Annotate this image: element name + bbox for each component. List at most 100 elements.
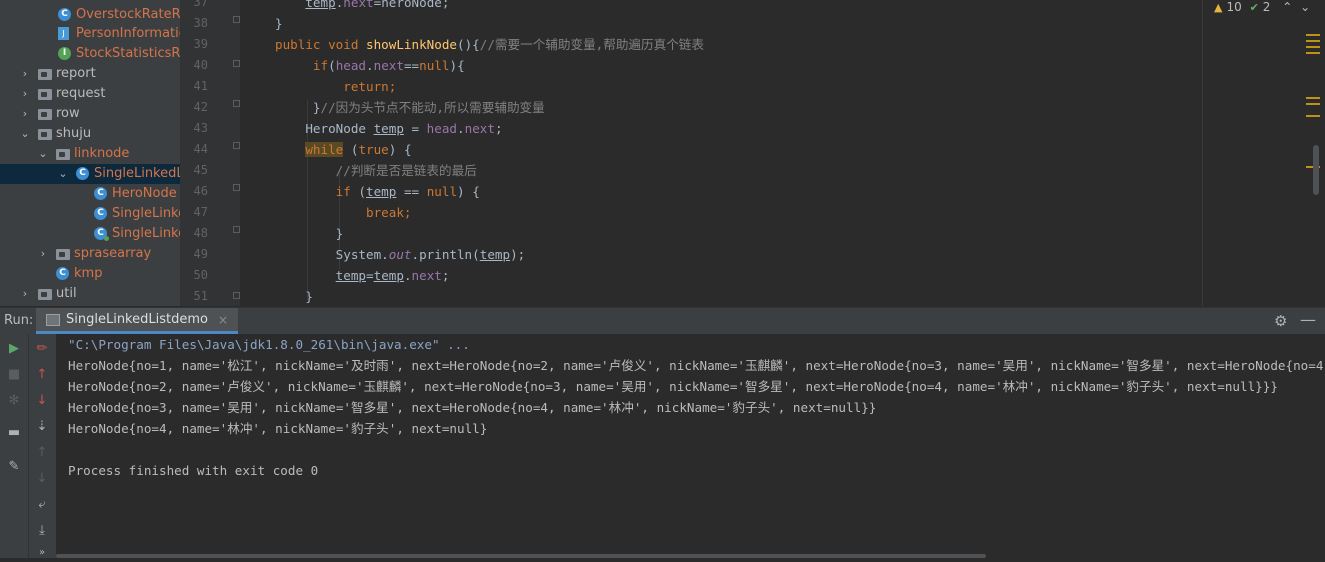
fold-marker-icon[interactable]	[233, 142, 240, 149]
chevron-right-icon[interactable]: ›	[20, 64, 30, 84]
minimize-icon[interactable]: —	[1300, 310, 1316, 329]
tree-item-singlelinkedlis[interactable]: ⌄ C SingleLinkedLis	[0, 164, 180, 184]
fold-marker-icon[interactable]	[233, 16, 240, 23]
tree-item-label: util	[56, 286, 77, 301]
run-tab-singlelinkedlistdemo[interactable]: SingleLinkedListdemo ×	[36, 308, 239, 334]
console-line: HeroNode{no=1, name='松江', nickName='及时雨'…	[68, 358, 1325, 373]
class-main-icon: C	[94, 227, 109, 241]
editor-scrollbar-thumb[interactable]	[1313, 145, 1319, 195]
warning-stripe[interactable]	[1306, 46, 1320, 48]
console-output[interactable]: "C:\Program Files\Java\jdk1.8.0_261\bin\…	[56, 334, 1325, 558]
code-line-46: if (temp == null) {	[335, 184, 480, 199]
next-highlight-icon[interactable]: ⌄	[1300, 0, 1310, 14]
warning-stripe[interactable]	[1306, 52, 1320, 54]
fold-marker-icon[interactable]	[233, 184, 240, 191]
line-number: 38	[193, 16, 208, 30]
tree-item-overstockraterep[interactable]: C OverstockRateRep	[0, 5, 180, 25]
code-line-48: }	[275, 226, 344, 241]
console-line-command: "C:\Program Files\Java\jdk1.8.0_261\bin\…	[68, 337, 470, 352]
clear-highlight-icon[interactable]: ✏	[32, 340, 52, 358]
fold-marker-icon[interactable]	[233, 226, 240, 233]
up-arrow-icon[interactable]: ↑	[32, 366, 52, 384]
console-horizontal-scrollbar[interactable]	[56, 554, 986, 558]
project-tree: C OverstockRateRep J PersonInformation I Stoc…	[0, 0, 180, 306]
warning-stripe[interactable]	[1306, 115, 1320, 117]
more-icon[interactable]: »	[32, 544, 52, 562]
tree-item-stockstatisticsrep[interactable]: I StockStatisticsRep	[0, 44, 180, 64]
scroll-down-icon[interactable]: ↓	[32, 470, 52, 488]
warning-icon: ▲	[1214, 1, 1223, 14]
line-number: 49	[193, 247, 208, 261]
tree-item-request[interactable]: › request	[0, 84, 180, 104]
warning-stripe[interactable]	[1306, 40, 1320, 42]
chevron-right-icon[interactable]: ›	[38, 244, 48, 264]
tree-item-linknode[interactable]: ⌄ linknode	[0, 144, 180, 164]
folder-icon	[38, 129, 52, 140]
code-line-51: }	[275, 289, 313, 304]
tree-item-singlelinkec[interactable]: CSingleLinkec	[0, 204, 180, 224]
tree-item-label: kmp	[74, 266, 103, 281]
chevron-right-icon[interactable]: ›	[20, 104, 30, 124]
scroll-to-end-icon[interactable]: ⤓	[32, 522, 52, 540]
console-line: HeroNode{no=4, name='林冲', nickName='豹子头'…	[68, 421, 488, 436]
tree-item-shuju[interactable]: ⌄ shuju	[0, 124, 180, 144]
fold-marker-icon[interactable]	[233, 60, 240, 67]
line-number: 44	[193, 142, 208, 156]
line-number: 51	[193, 289, 208, 303]
scroll-up-icon[interactable]: ↑	[32, 444, 52, 462]
pin-icon[interactable]: ✎	[4, 458, 24, 476]
chevron-right-icon[interactable]: ›	[20, 84, 30, 104]
file-icon: J	[58, 27, 69, 40]
previous-highlight-icon[interactable]: ⌃	[1282, 0, 1292, 14]
gear-icon[interactable]: ⚙	[1274, 312, 1287, 330]
chevron-right-icon[interactable]: ›	[20, 284, 30, 304]
run-tool-window-header: Run: SingleLinkedListdemo × ⚙ —	[0, 307, 1325, 334]
code-line-50: temp=temp.next;	[335, 268, 450, 283]
weak-warning-count: 2	[1262, 0, 1271, 14]
chevron-down-icon[interactable]: ⌄	[20, 124, 30, 144]
warning-stripe[interactable]	[1306, 34, 1320, 36]
debug-icon[interactable]: ✻	[4, 392, 24, 410]
down-arrow-icon[interactable]: ↓	[32, 392, 52, 410]
layout-icon[interactable]: ▬	[4, 424, 24, 442]
console-line: HeroNode{no=2, name='卢俊义', nickName='玉麒麟…	[68, 379, 1278, 394]
warning-stripe[interactable]	[1306, 97, 1320, 99]
code-line-41: return;	[343, 79, 397, 94]
tree-item-sprasearray[interactable]: › sprasearray	[0, 244, 180, 264]
soft-wrap-icon[interactable]: ⤶	[32, 496, 52, 514]
chevron-down-icon[interactable]: ⌄	[38, 144, 48, 164]
inspection-widget[interactable]: ▲ 10 ✔ 2 ⌃ ⌄	[1214, 0, 1314, 14]
close-tab-icon[interactable]: ×	[218, 313, 228, 327]
line-number: 42	[193, 100, 208, 114]
run-toolbar: ▶ ■ ✻ ▬ ✎	[0, 334, 28, 558]
fold-marker-icon[interactable]	[233, 292, 240, 299]
tree-item-report[interactable]: › report	[0, 64, 180, 84]
line-number: 39	[193, 37, 208, 51]
tree-item-label: SingleLinkec	[112, 206, 180, 221]
line-number: 37	[193, 0, 208, 9]
folder-icon	[38, 89, 52, 100]
line-number: 46	[193, 184, 208, 198]
class-icon: C	[76, 167, 89, 180]
tree-item-row[interactable]: › row	[0, 104, 180, 124]
tree-item-singlelinkec[interactable]: CSingleLinkec	[0, 224, 180, 244]
tree-item-label: OverstockRateRep	[76, 7, 180, 22]
tree-item-util[interactable]: › util	[0, 284, 180, 304]
tree-item-personinformation[interactable]: J PersonInformation	[0, 24, 180, 44]
console-toolbar: ✏ ↑ ↓ ⇣ ↑ ↓ ⤶ ⤓ »	[28, 334, 56, 558]
line-number: 45	[193, 163, 208, 177]
editor-right-gutter	[1202, 0, 1203, 306]
rerun-icon[interactable]: ▶	[4, 340, 24, 358]
chevron-down-icon[interactable]: ⌄	[58, 164, 68, 184]
fold-marker-icon[interactable]	[233, 100, 240, 107]
tree-item-kmp[interactable]: Ckmp	[0, 264, 180, 284]
line-number: 48	[193, 226, 208, 240]
tree-item-heronode[interactable]: C HeroNode	[0, 184, 180, 204]
tree-item-label: SingleLinkec	[112, 226, 180, 241]
warning-stripe[interactable]	[1306, 103, 1320, 105]
class-icon: C	[94, 187, 107, 200]
code-editor[interactable]: 37 38 39 40 41 42 43 44 45 46 47 48 49 50 51 temp.next…	[180, 0, 1325, 306]
stop-icon[interactable]: ■	[4, 366, 24, 384]
warning-count: 10	[1226, 0, 1242, 14]
sort-icon[interactable]: ⇣	[32, 418, 52, 436]
